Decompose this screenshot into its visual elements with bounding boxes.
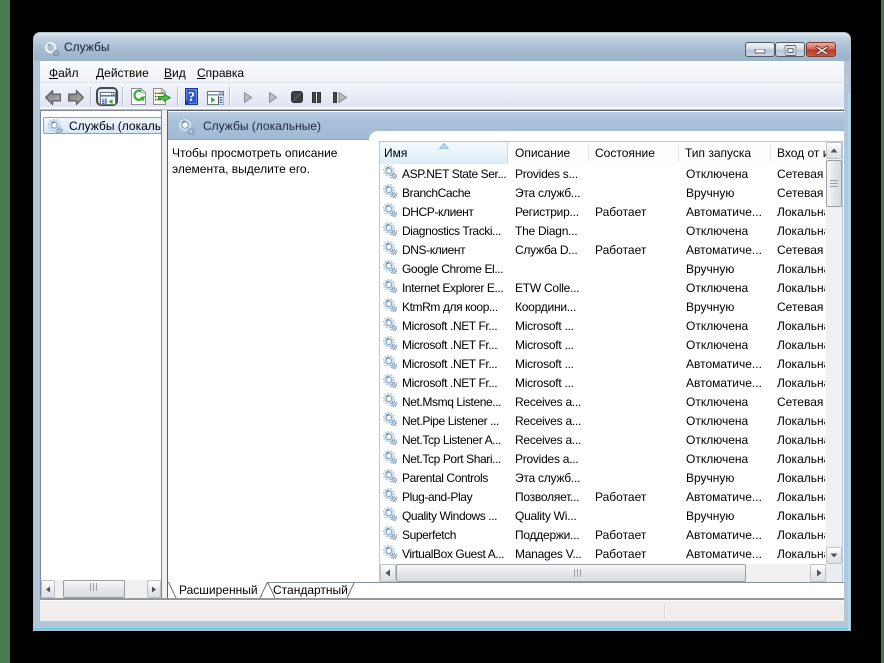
svg-text:?: ?: [188, 90, 195, 105]
